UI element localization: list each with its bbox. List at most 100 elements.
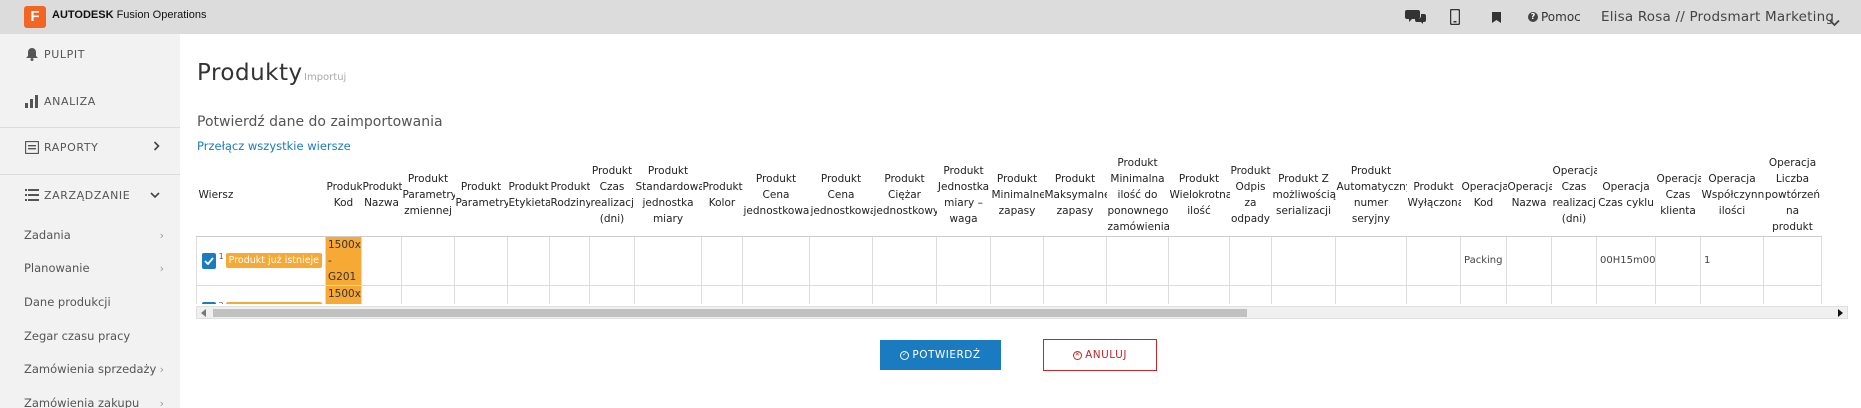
table-cell <box>936 285 991 304</box>
chevron-right-icon: › <box>159 228 164 242</box>
status-badge: Produkt już istnieje <box>225 302 322 304</box>
sidebar-item-label: ANALIZA <box>44 94 96 108</box>
table-cell <box>589 236 635 286</box>
column-header: Produkt Etykieta <box>507 155 550 237</box>
row-checkbox[interactable] <box>202 252 216 269</box>
sidebar-subitem-label: Zegar czasu pracy <box>24 329 131 343</box>
table-cell <box>1229 236 1272 286</box>
row-checkbox[interactable] <box>202 301 216 304</box>
column-header: Produkt Kod <box>325 155 362 237</box>
column-header: Produkt Wielokrotna ilość <box>1168 155 1230 237</box>
column-header: Operacja Współczynnik ilości <box>1700 155 1764 237</box>
page-subtitle: Importuj <box>304 72 347 83</box>
table-cell <box>1506 236 1552 286</box>
import-table-container[interactable]: WierszProdukt KodProdukt NazwaProdukt Pa… <box>196 155 1848 304</box>
scroll-right-arrow-icon[interactable] <box>1838 309 1843 317</box>
table-cell <box>1168 236 1230 286</box>
table-header-row: WierszProdukt KodProdukt NazwaProdukt Pa… <box>196 155 1822 237</box>
top-bar: F AUTODESK Fusion Operations ? Pomoc Eli… <box>0 0 1861 34</box>
column-header: Produkt Rodziny <box>549 155 590 237</box>
table-cell <box>1763 285 1822 304</box>
table-cell <box>701 285 743 304</box>
cancel-button[interactable]: ✕ ANULUJ <box>1043 339 1157 371</box>
table-cell <box>1271 236 1336 286</box>
bar-chart-icon <box>24 93 40 109</box>
column-header: Produkt Cena jednostkowa <box>809 155 873 237</box>
table-cell: Packing <box>1460 236 1507 286</box>
table-row[interactable]: 1Produkt już istnieje1500x750x1 - G201 Pa… <box>196 236 1822 286</box>
sidebar-subitem-label: Dane produkcji <box>24 295 111 309</box>
table-cell <box>1506 285 1552 304</box>
table-cell <box>634 285 702 304</box>
table-cell: 1500x750x1 - G201 <box>325 285 362 304</box>
sidebar-subitem-zadania[interactable]: Zadania › <box>24 227 164 243</box>
table-row[interactable]: 2Produkt już istnieje1500x750x1 - G201 Sh… <box>196 285 1822 304</box>
scroll-left-arrow-icon[interactable] <box>201 309 206 317</box>
scrollbar-thumb[interactable] <box>213 309 1247 317</box>
row-select-cell: 1 Produkt już istnieje <box>196 236 326 286</box>
confirm-button[interactable]: ✓ POTWIERDŹ <box>880 340 1001 370</box>
table-cell <box>1229 285 1272 304</box>
table-cell <box>872 285 937 304</box>
table-cell <box>990 236 1044 286</box>
table-cell <box>549 236 590 286</box>
list-icon <box>24 187 40 203</box>
chevron-down-icon <box>150 189 160 202</box>
table-cell <box>401 285 455 304</box>
bookmark-icon[interactable] <box>1489 6 1503 28</box>
sidebar-item-raporty[interactable]: RAPORTY <box>0 135 180 159</box>
column-header: Produkt Minimalne zapasy <box>990 155 1044 237</box>
column-header: Produkt Minimalna ilość do ponownego zam… <box>1106 155 1169 237</box>
column-header: Produkt Czas realizacji (dni) <box>589 155 635 237</box>
bell-icon <box>24 46 40 62</box>
table-cell <box>401 236 455 286</box>
table-cell <box>361 236 402 286</box>
user-menu[interactable]: Elisa Rosa // Prodsmart Marketing <box>1601 9 1834 25</box>
sidebar-subitem-zamowienia-zakupu[interactable]: Zamówienia zakupu › <box>24 395 164 408</box>
sidebar-item-pulpit[interactable]: PULPIT <box>0 42 180 66</box>
row-select-group: 1 Produkt już istnieje <box>200 252 322 269</box>
horizontal-scrollbar[interactable] <box>196 306 1848 319</box>
column-header: Operacja Kod <box>1460 155 1507 237</box>
toggle-all-rows-link[interactable]: Przełącz wszystkie wiersze <box>197 139 351 153</box>
sidebar-subitem-label: Zadania <box>24 228 71 242</box>
sidebar-subitem-zamowienia-sprzedazy[interactable]: Zamówienia sprzedaży › <box>24 361 164 377</box>
sidebar-item-zarzadzanie[interactable]: ZARZĄDZANIE <box>0 183 180 207</box>
column-header: Produkt Maksymalne zapasy <box>1043 155 1107 237</box>
sidebar-subitem-dane-produkcji[interactable]: Dane produkcji <box>24 294 164 310</box>
table-cell: 1500x750x1 - G201 <box>325 236 362 286</box>
brand-name: AUTODESK Fusion Operations <box>52 9 206 21</box>
column-header: Produkt Cena jednostkowa <box>742 155 810 237</box>
column-header: Produkt Nazwa <box>361 155 402 237</box>
table-cell <box>1106 236 1169 286</box>
column-header: Operacja Czas klienta <box>1655 155 1701 237</box>
table-cell <box>990 285 1044 304</box>
table-cell <box>1043 236 1107 286</box>
import-table: WierszProdukt KodProdukt NazwaProdukt Pa… <box>196 155 1822 304</box>
sidebar-subitem-label: Zamówienia sprzedaży <box>24 362 157 376</box>
fusion-logo[interactable]: F <box>24 6 46 28</box>
page-title: Produkty <box>197 60 303 86</box>
confirm-label: POTWIERDŹ <box>912 349 981 361</box>
column-header: Produkt Parametry <box>454 155 508 237</box>
report-icon <box>24 139 40 155</box>
sidebar-item-label: ZARZĄDZANIE <box>44 188 131 202</box>
chevron-down-icon[interactable] <box>1829 12 1840 31</box>
brand-product: Fusion Operations <box>113 9 207 21</box>
help-icon: ? <box>1528 12 1538 22</box>
column-header: Produkt Jednostka miary – waga <box>936 155 991 237</box>
chevron-right-icon: › <box>159 396 164 408</box>
sidebar-subitem-planowanie[interactable]: Planowanie › <box>24 260 164 276</box>
help-link[interactable]: ? Pomoc <box>1528 10 1581 24</box>
sidebar-subitem-zegar[interactable]: Zegar czasu pracy <box>24 328 164 344</box>
column-header: Produkt Odpis za odpady <box>1229 155 1272 237</box>
table-cell <box>1551 285 1597 304</box>
table-cell <box>742 285 810 304</box>
mobile-icon[interactable] <box>1448 6 1462 28</box>
cancel-label: ANULUJ <box>1085 349 1127 361</box>
table-cell: 1 <box>1700 285 1764 304</box>
chat-icon[interactable] <box>1404 6 1428 28</box>
table-cell <box>936 236 991 286</box>
sidebar-item-analiza[interactable]: ANALIZA <box>0 89 180 113</box>
column-header: Produkt Wyłączona <box>1406 155 1461 237</box>
